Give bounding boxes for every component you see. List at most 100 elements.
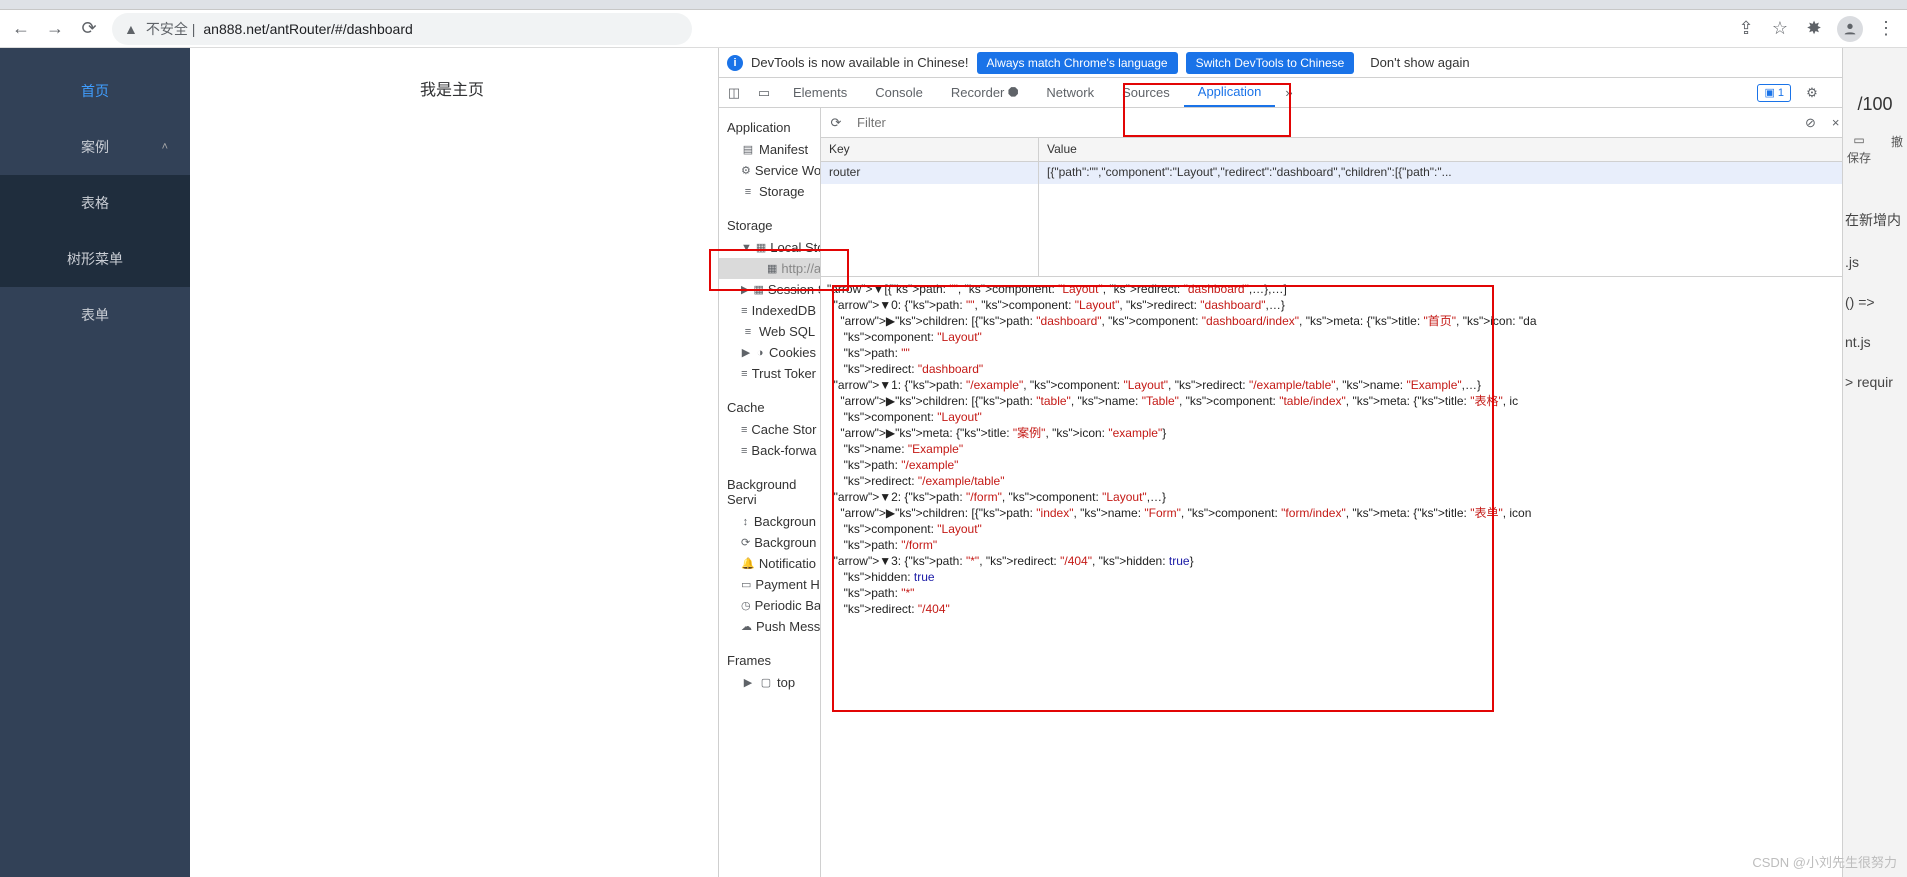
address-bar[interactable]: ▲ 不安全 | an888.net/antRouter/#/dashboard xyxy=(112,13,692,45)
menu-icon[interactable]: ⋮ xyxy=(1875,18,1897,40)
sidebar-item-label: 表格 xyxy=(81,193,109,213)
tree-trust-tokens[interactable]: ≡Trust Toker xyxy=(719,363,820,384)
tree-bg-sync[interactable]: ⟳Backgroun xyxy=(719,532,820,553)
db-icon: ≡ xyxy=(741,445,747,457)
tree-bg-fetch[interactable]: ↕Backgroun xyxy=(719,511,820,532)
star-icon[interactable]: ☆ xyxy=(1769,18,1791,40)
refresh-icon[interactable]: ⟳ xyxy=(821,115,851,131)
sidebar-item-table[interactable]: 表格 xyxy=(0,175,190,231)
gear-icon: ⚙ xyxy=(741,164,751,177)
issues-badge[interactable]: ▣ 1 xyxy=(1757,84,1791,102)
save-icon: ▭ xyxy=(1853,133,1864,147)
tree-cache-storage[interactable]: ≡Cache Stor xyxy=(719,419,820,440)
save-button[interactable]: ▭保存 xyxy=(1847,133,1871,166)
chevron-right-icon: ▶ xyxy=(741,346,751,359)
devtools-panel: i DevTools is now available in Chinese! … xyxy=(718,48,1907,877)
tree-cookies[interactable]: ▶◑Cookies xyxy=(719,342,820,363)
bell-icon: 🔔 xyxy=(741,557,755,570)
banner-match-button[interactable]: Always match Chrome's language xyxy=(977,52,1178,74)
back-icon[interactable]: ← xyxy=(10,18,32,40)
db-icon: ≡ xyxy=(741,368,748,380)
gear-icon[interactable]: ⚙ xyxy=(1797,85,1827,101)
tab-console[interactable]: Console xyxy=(861,78,937,107)
device-icon[interactable]: ▭ xyxy=(749,78,779,107)
db-icon: ≡ xyxy=(741,424,747,436)
browser-tabstrip xyxy=(0,0,1907,10)
clear-icon[interactable]: ⊘ xyxy=(1805,115,1816,131)
tree-session-storage[interactable]: ▶▦Session Sto xyxy=(719,279,820,300)
sidebar-item-label: 首页 xyxy=(81,81,109,101)
chevron-right-icon: ▶ xyxy=(741,676,755,689)
tree-websql[interactable]: ≡Web SQL xyxy=(719,321,820,342)
inspect-icon[interactable]: ◫ xyxy=(719,78,749,107)
storage-table-head: Key Value xyxy=(821,138,1907,162)
tab-sources[interactable]: Sources xyxy=(1108,78,1184,107)
devtools-sidebar: Application ▤Manifest ⚙Service Wo ≡Stora… xyxy=(719,108,821,877)
grid-icon: ▦ xyxy=(753,283,763,296)
tab-application[interactable]: Application xyxy=(1184,78,1276,107)
code-snippets: 在新增内 .js () => nt.js > requir xyxy=(1843,186,1907,414)
info-icon: i xyxy=(727,55,743,71)
storage-blank xyxy=(821,184,1907,276)
section-frames: Frames xyxy=(719,647,820,672)
card-icon: ▭ xyxy=(741,578,751,591)
tree-top-frame[interactable]: ▶▢top xyxy=(719,672,820,693)
share-icon[interactable]: ⇪ xyxy=(1735,18,1757,40)
insecure-icon: ▲ xyxy=(124,21,138,37)
tree-local-storage[interactable]: ▼▦Local Stora xyxy=(719,237,820,258)
banner-switch-button[interactable]: Switch DevTools to Chinese xyxy=(1186,52,1355,74)
tree-indexeddb[interactable]: ≡IndexedDB xyxy=(719,300,820,321)
filter-input[interactable] xyxy=(851,108,1787,137)
more-tabs-icon[interactable]: » xyxy=(1275,78,1302,107)
cell-key: router xyxy=(821,162,1039,184)
cloud-icon: ☁ xyxy=(741,620,752,633)
sidebar-item-form[interactable]: 表单 xyxy=(0,287,190,343)
devtools-banner: i DevTools is now available in Chinese! … xyxy=(719,48,1907,78)
tab-elements[interactable]: Elements xyxy=(779,78,861,107)
tree-manifest[interactable]: ▤Manifest xyxy=(719,139,820,160)
sidebar-item-label: 树形菜单 xyxy=(67,249,123,269)
extensions-icon[interactable]: ✸ xyxy=(1803,18,1825,40)
col-value[interactable]: Value xyxy=(1039,138,1907,161)
chevron-down-icon: ▼ xyxy=(741,242,752,254)
sidebar-item-tree[interactable]: 树形菜单 xyxy=(0,231,190,287)
right-dock: /100 ▭保存 撤 在新增内 .js () => nt.js > requir xyxy=(1842,48,1907,877)
security-label: 不安全 | xyxy=(146,19,196,39)
profile-avatar[interactable] xyxy=(1837,16,1863,42)
section-application: Application xyxy=(719,114,820,139)
chevron-up-icon: ˄ xyxy=(162,141,168,153)
section-cache: Cache xyxy=(719,394,820,419)
db-icon: ≡ xyxy=(741,326,755,338)
storage-row[interactable]: router [{"path":"","component":"Layout",… xyxy=(821,162,1907,184)
tree-local-storage-origin[interactable]: ▦http://an xyxy=(719,258,820,279)
sync-icon: ↕ xyxy=(741,516,750,528)
reload-icon[interactable]: ⟳ xyxy=(78,18,100,40)
sidebar-item-home[interactable]: 首页 xyxy=(0,63,190,119)
section-storage: Storage xyxy=(719,212,820,237)
chevron-right-icon: ▶ xyxy=(741,283,749,296)
sidebar-item-label: 案例 xyxy=(81,137,109,157)
tab-network[interactable]: Network xyxy=(1032,78,1108,107)
page-heading: 我是主页 xyxy=(420,76,718,100)
db-icon: ≡ xyxy=(741,305,748,317)
tree-service-workers[interactable]: ⚙Service Wo xyxy=(719,160,820,181)
forward-icon[interactable]: → xyxy=(44,18,66,40)
tree-storage[interactable]: ≡Storage xyxy=(719,181,820,202)
tree-periodic[interactable]: ◷Periodic Ba xyxy=(719,595,820,616)
delete-icon[interactable]: × xyxy=(1832,115,1840,130)
watermark: CSDN @小刘先生很努力 xyxy=(1752,852,1897,871)
clock-icon: ◷ xyxy=(741,599,751,612)
tree-bfcache[interactable]: ≡Back-forwa xyxy=(719,440,820,461)
tree-payment[interactable]: ▭Payment H xyxy=(719,574,820,595)
db-icon: ≡ xyxy=(741,186,755,198)
col-key[interactable]: Key xyxy=(821,138,1039,161)
sidebar-item-case[interactable]: 案例 ˄ xyxy=(0,119,190,175)
tab-recorder[interactable]: Recorder ⯃ xyxy=(937,78,1032,107)
banner-dismiss-button[interactable]: Don't show again xyxy=(1362,51,1477,74)
object-viewer[interactable]: "arrow">▼[{"ks">path: "", "ks">component… xyxy=(821,276,1907,877)
tree-push[interactable]: ☁Push Mess xyxy=(719,616,820,637)
file-icon: ▤ xyxy=(741,143,755,156)
devtools-tabs: ◫ ▭ Elements Console Recorder ⯃ Network … xyxy=(719,78,1907,108)
tree-notifications[interactable]: 🔔Notificatio xyxy=(719,553,820,574)
undo-button[interactable]: 撤 xyxy=(1891,133,1903,166)
